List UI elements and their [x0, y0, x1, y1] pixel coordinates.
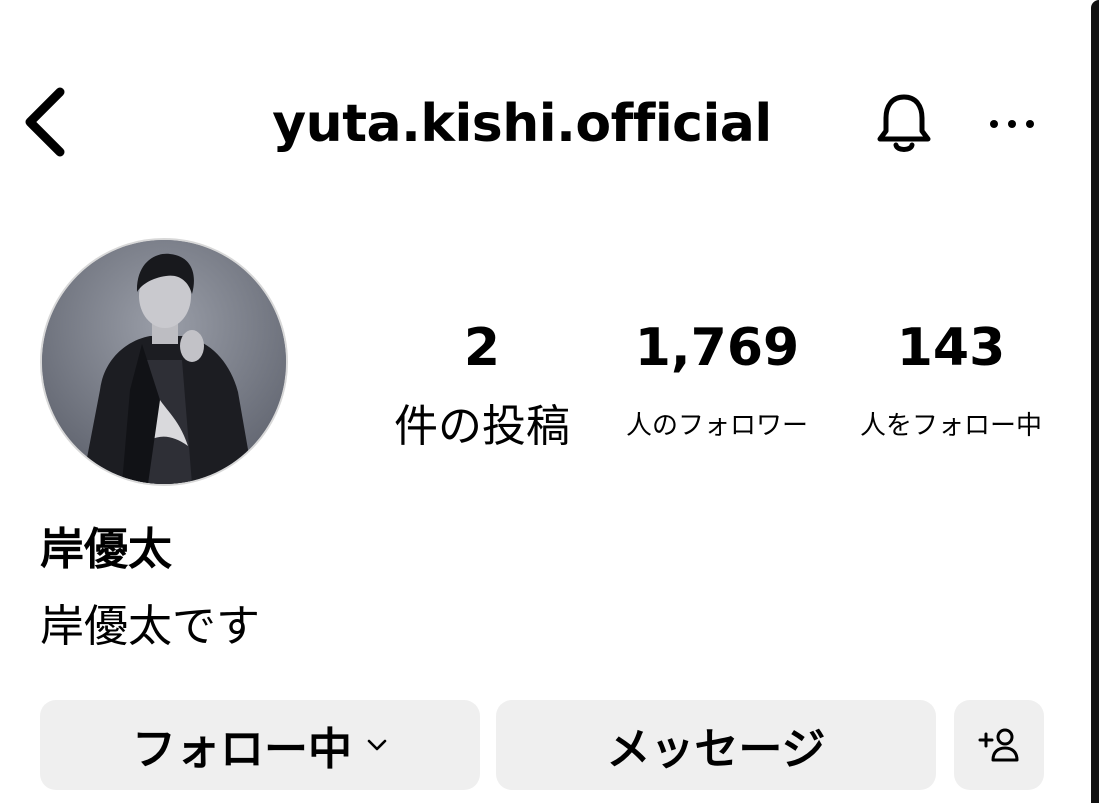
posts-label: 件の投稿 — [394, 401, 570, 452]
followers-label: 人のフォロワー — [625, 411, 808, 441]
bio-text: 岸優太です — [40, 601, 260, 652]
profile-screen: yuta.kishi.official 2 件の投稿 1,769 人のフォロワー… — [0, 0, 1099, 803]
bell-icon — [877, 94, 931, 152]
posts-stat[interactable]: 2 件の投稿 — [372, 318, 592, 460]
followers-count: 1,769 — [634, 318, 800, 378]
message-button-label: メッセージ — [606, 724, 826, 775]
profile-photo — [42, 240, 286, 484]
window-frame-edge — [1091, 0, 1099, 803]
suggested-accounts-button[interactable] — [954, 700, 1044, 790]
avatar[interactable] — [40, 238, 288, 486]
following-label: 人をフォロー中 — [859, 411, 1042, 441]
display-name: 岸優太 — [40, 524, 172, 575]
following-count: 143 — [896, 318, 1006, 378]
following-button[interactable]: フォロー中 — [40, 700, 480, 790]
following-button-label: フォロー中 — [132, 724, 352, 775]
chevron-down-icon — [366, 738, 388, 752]
back-button[interactable] — [14, 84, 74, 160]
more-horizontal-icon — [990, 120, 1034, 128]
chevron-left-icon — [25, 87, 65, 157]
profile-username: yuta.kishi.official — [272, 94, 772, 154]
message-button[interactable]: メッセージ — [496, 700, 936, 790]
following-stat[interactable]: 143 人をフォロー中 — [846, 318, 1056, 446]
notifications-button[interactable] — [866, 88, 942, 160]
add-person-icon — [978, 728, 1019, 762]
followers-stat[interactable]: 1,769 人のフォロワー — [606, 318, 828, 446]
more-options-button[interactable] — [980, 96, 1044, 152]
posts-count: 2 — [463, 318, 501, 378]
